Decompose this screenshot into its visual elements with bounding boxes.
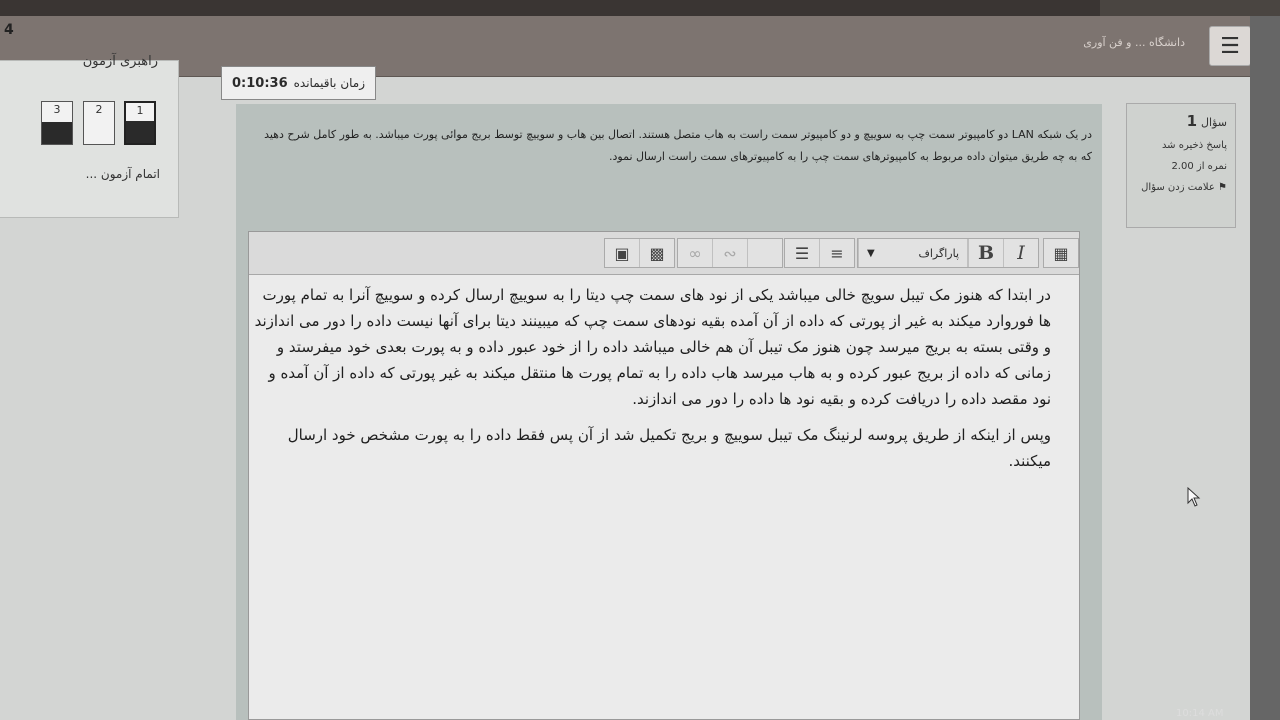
keyboard-icon[interactable]: ▦ xyxy=(1044,239,1078,267)
paragraph-format-label: پاراگراف xyxy=(918,246,959,260)
bold-icon[interactable]: B xyxy=(968,239,1003,267)
finish-attempt-link[interactable]: اتمام آزمون ... xyxy=(86,167,160,181)
navbar-left-glyph: 4 xyxy=(4,22,14,38)
toolbar-group-links: ∞ ∾ ​ xyxy=(677,238,783,268)
site-name[interactable]: دانشگاه ... و فن آوری xyxy=(1083,36,1185,49)
link-icon[interactable]: ∞ xyxy=(678,239,712,267)
dropdown-caret-icon: ▼ xyxy=(867,247,875,259)
flag-question-label: علامت زدن سؤال xyxy=(1141,182,1215,193)
blank-icon[interactable]: ​ xyxy=(747,239,782,267)
question-nav-number: 3 xyxy=(53,103,61,116)
question-info-box: سؤال1 پاسخ ذخیره شد نمره از 2.00 ⚑ علامت… xyxy=(1126,103,1236,228)
video-icon[interactable]: ▩ xyxy=(639,239,674,267)
answer-text-area[interactable]: در ابتدا که هنوز مک تیبل سویچ خالی میباش… xyxy=(249,278,1077,718)
answer-editor[interactable]: ▦ پاراگراف ▼ B I ☰ ≡ ∞ ∾ ​ ▣ ▩ در ابتدا … xyxy=(248,231,1080,720)
question-status: پاسخ ذخیره شد xyxy=(1161,140,1227,151)
window-top-strip xyxy=(0,0,1280,16)
answer-paragraph: در ابتدا که هنوز مک تیبل سویچ خالی میباش… xyxy=(254,286,1051,408)
question-text: در یک شبکه LAN دو کامپیوتر سمت چپ به سوی… xyxy=(264,128,1092,163)
mouse-cursor-icon xyxy=(1187,487,1201,507)
site-navbar: 4 دانشگاه ... و فن آوری ☰ xyxy=(0,16,1280,77)
answered-indicator xyxy=(126,121,154,143)
right-edge-shadow xyxy=(1250,16,1280,720)
toolbar-group-toggle: ▦ xyxy=(1043,238,1079,268)
timer-label: زمان باقیمانده xyxy=(293,76,366,90)
question-mark: نمره از 2.00 xyxy=(1171,161,1227,172)
flag-icon: ⚑ xyxy=(1218,182,1227,193)
timer-value: 0:10:36 xyxy=(232,75,288,91)
italic-icon[interactable]: I xyxy=(1003,239,1038,267)
quiz-navigation-title: راهبری آزمون xyxy=(82,54,158,69)
flag-question-link[interactable]: ⚑ علامت زدن سؤال xyxy=(1135,182,1227,193)
question-nav-button-3[interactable]: 3 xyxy=(41,101,73,145)
browser-tab-strip xyxy=(1100,0,1280,16)
image-icon[interactable]: ▣ xyxy=(605,239,639,267)
quiz-timer: زمان باقیمانده 0:10:36 xyxy=(221,66,376,100)
question-nav-number: 1 xyxy=(136,104,144,117)
editor-toolbar: ▦ پاراگراف ▼ B I ☰ ≡ ∞ ∾ ​ ▣ ▩ xyxy=(249,232,1079,275)
taskbar-clock: 10:14 AM xyxy=(1176,708,1224,719)
question-nav-button-1[interactable]: 1 xyxy=(124,101,156,145)
paragraph-format-select[interactable]: پاراگراف ▼ xyxy=(858,239,968,267)
question-number-value: 1 xyxy=(1186,112,1198,130)
question-nav-number: 2 xyxy=(95,103,103,116)
toolbar-group-media: ▣ ▩ xyxy=(604,238,675,268)
question-number: سؤال1 xyxy=(1135,112,1227,130)
toolbar-group-format: پاراگراف ▼ B I xyxy=(857,238,1039,268)
bullet-list-icon[interactable]: ☰ xyxy=(785,239,819,267)
question-nav-button-2[interactable]: 2 xyxy=(83,101,115,145)
question-label: سؤال xyxy=(1201,116,1227,129)
quiz-navigation-block: راهبری آزمون 3 2 1 اتمام آزمون ... xyxy=(0,54,179,218)
unlink-icon[interactable]: ∾ xyxy=(712,239,747,267)
answer-paragraph: وپس از اینکه از طریق پروسه لرنینگ مک تیب… xyxy=(287,426,1051,470)
numbered-list-icon[interactable]: ≡ xyxy=(819,239,854,267)
hamburger-icon[interactable]: ☰ xyxy=(1209,26,1251,66)
toolbar-group-lists: ☰ ≡ xyxy=(784,238,855,268)
answered-indicator xyxy=(42,122,72,144)
